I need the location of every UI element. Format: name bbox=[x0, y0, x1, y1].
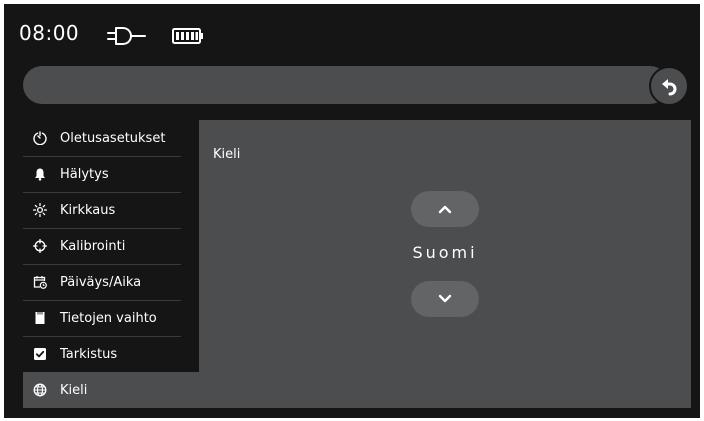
calendar-clock-icon bbox=[32, 274, 48, 290]
device-screen: 08:00 Oletusasetukset Hälytys Kirkkaus K… bbox=[4, 4, 700, 418]
sidebar-item-default-settings[interactable]: Oletusasetukset bbox=[23, 120, 199, 156]
sidebar-item-brightness[interactable]: Kirkkaus bbox=[23, 192, 199, 228]
timer-icon bbox=[32, 130, 48, 146]
bell-icon bbox=[32, 166, 48, 182]
breadcrumb bbox=[23, 66, 669, 104]
sidebar-item-label: Tietojen vaihto bbox=[60, 310, 157, 326]
sidebar-menu: Oletusasetukset Hälytys Kirkkaus Kalibro… bbox=[23, 120, 691, 410]
sidebar-item-date-time[interactable]: Päiväys/Aika bbox=[23, 264, 199, 300]
back-button[interactable] bbox=[649, 66, 689, 106]
crosshair-icon bbox=[32, 238, 48, 254]
sidebar-item-label: Kirkkaus bbox=[60, 202, 116, 218]
sidebar-item-data-exchange[interactable]: Tietojen vaihto bbox=[23, 300, 199, 336]
sidebar-item-label: Kalibrointi bbox=[60, 238, 126, 254]
sidebar-item-calibration[interactable]: Kalibrointi bbox=[23, 228, 199, 264]
language-value: Suomi bbox=[412, 243, 478, 262]
chevron-down-icon bbox=[438, 294, 452, 303]
language-up-button[interactable] bbox=[411, 191, 479, 227]
sidebar-item-language[interactable]: Kieli bbox=[23, 372, 691, 408]
chevron-up-icon bbox=[438, 205, 452, 214]
back-arrow-icon bbox=[662, 79, 677, 96]
language-panel: Kieli Suomi bbox=[199, 120, 691, 374]
sidebar-item-label: Hälytys bbox=[60, 166, 109, 182]
sd-card-icon bbox=[32, 310, 48, 326]
sidebar-item-label: Oletusasetukset bbox=[60, 130, 166, 146]
checkbox-icon bbox=[32, 346, 48, 362]
sidebar-item-check[interactable]: Tarkistus bbox=[23, 336, 199, 372]
clock-time: 08:00 bbox=[19, 21, 80, 45]
sidebar-item-label: Tarkistus bbox=[60, 346, 118, 362]
battery-icon bbox=[172, 28, 203, 44]
language-down-button[interactable] bbox=[411, 281, 479, 317]
sun-icon bbox=[32, 202, 48, 218]
globe-icon bbox=[32, 382, 48, 398]
panel-title: Kieli bbox=[213, 147, 241, 162]
sidebar-item-alarm[interactable]: Hälytys bbox=[23, 156, 199, 192]
sidebar-item-label: Päiväys/Aika bbox=[60, 274, 142, 290]
sidebar-item-label: Kieli bbox=[60, 382, 88, 398]
plug-icon bbox=[107, 27, 146, 45]
